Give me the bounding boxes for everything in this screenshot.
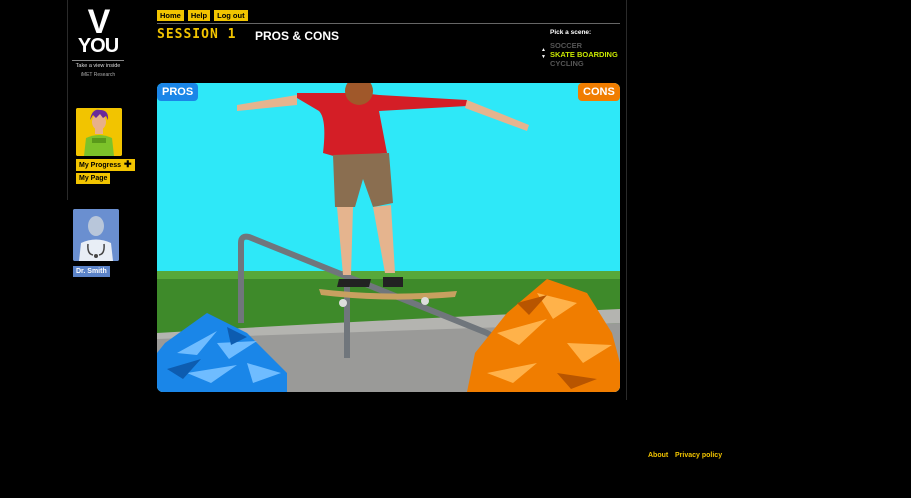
logo-v: V xyxy=(87,3,111,41)
scene-picker-label: Pick a scene: xyxy=(550,29,592,36)
doctor-name[interactable]: Dr. Smith xyxy=(73,266,110,277)
user-avatar[interactable] xyxy=(76,108,122,156)
doctor-icon xyxy=(73,209,119,261)
my-progress-button[interactable]: My Progress ✚ xyxy=(76,159,135,171)
plus-icon: ✚ xyxy=(123,159,132,169)
logo-you: YOU xyxy=(77,35,119,57)
privacy-policy-link[interactable]: Privacy policy xyxy=(675,452,722,459)
doctor-avatar[interactable] xyxy=(73,209,119,261)
sidebar-divider xyxy=(67,0,68,200)
cons-badge[interactable]: CONS xyxy=(578,83,620,101)
skateboard-scene xyxy=(157,83,620,392)
header-rule xyxy=(157,23,620,24)
pros-badge[interactable]: PROS xyxy=(157,83,199,101)
top-nav: Home Help Log out xyxy=(157,10,248,21)
vyou-logo[interactable]: V YOU Take a view inside iMET Research xyxy=(72,3,124,78)
session-label: SESSION 1 xyxy=(157,27,237,42)
my-page-button[interactable]: My Page xyxy=(76,173,111,184)
help-button[interactable]: Help xyxy=(187,10,211,21)
my-progress-label: My Progress xyxy=(79,162,122,169)
scene-option-soccer[interactable]: SOCCER xyxy=(550,41,582,50)
scene-option-cycling[interactable]: CYCLING xyxy=(550,59,584,68)
logout-button[interactable]: Log out xyxy=(214,10,248,21)
scene-arrows[interactable]: ▲ ▼ xyxy=(541,47,546,61)
logo-tagline: Take a view inside xyxy=(72,60,124,69)
scene-illustration xyxy=(157,83,620,392)
page-title: PROS & CONS xyxy=(255,29,340,43)
content-divider xyxy=(626,0,627,400)
arrow-down-icon[interactable]: ▼ xyxy=(541,54,546,61)
arrow-up-icon[interactable]: ▲ xyxy=(541,47,546,54)
scene-option-skateboarding[interactable]: SKATE BOARDING xyxy=(550,50,618,59)
logo-org: iMET Research xyxy=(80,72,116,78)
about-link[interactable]: About xyxy=(648,452,668,459)
teen-avatar-icon xyxy=(76,108,122,156)
home-button[interactable]: Home xyxy=(157,10,184,21)
